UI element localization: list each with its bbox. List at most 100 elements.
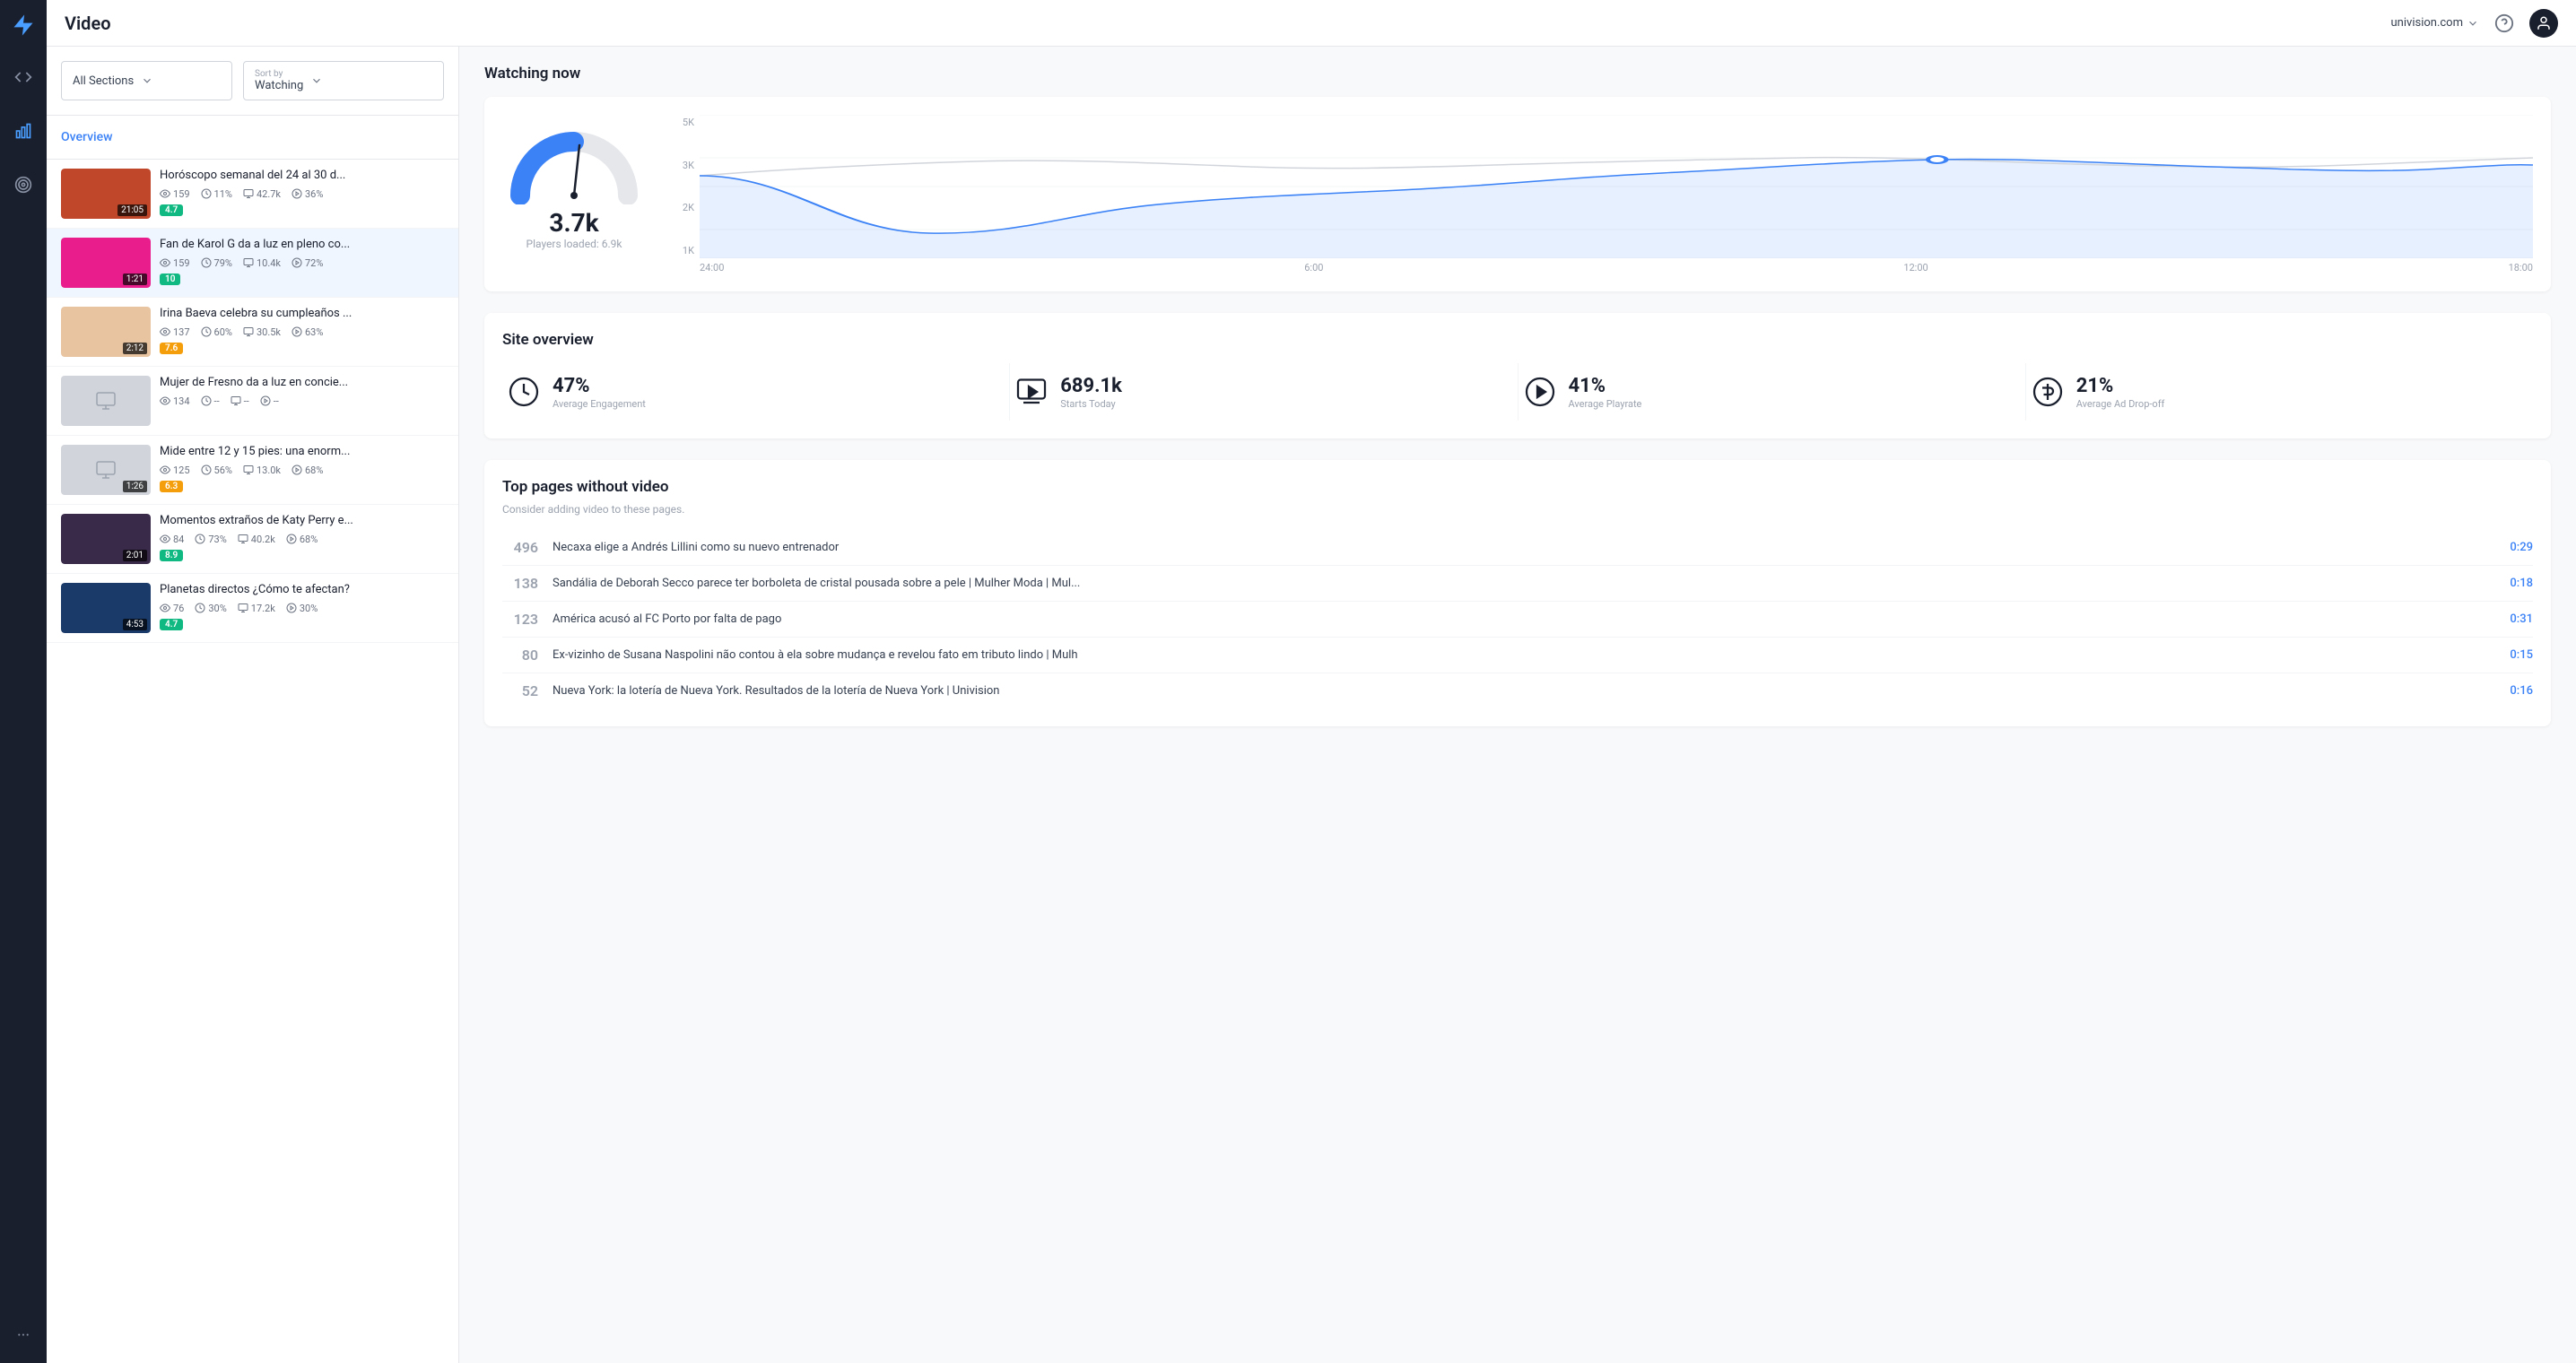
starts-icon (243, 188, 254, 199)
engagement-stat: 30% (195, 603, 226, 614)
eye-icon (160, 188, 170, 199)
watching-stat: 134 (160, 395, 190, 407)
page-row[interactable]: 496 Necaxa elige a Andrés Lillini como s… (502, 530, 2533, 566)
video-title: Mujer de Fresno da a luz en concie... (160, 376, 444, 391)
chevron-down-icon (2467, 17, 2479, 30)
metric-item: 47% Average Engagement (502, 363, 1010, 421)
watching-stat: 137 (160, 326, 190, 338)
video-info: Mujer de Fresno da a luz en concie... 13… (151, 376, 444, 407)
metric-item: 21% Average Ad Drop-off (2026, 363, 2533, 421)
engagement-stat: 73% (195, 534, 226, 545)
gauge-container: 3.7k Players loaded: 6.9k (502, 115, 646, 273)
page-row[interactable]: 138 Sandália de Deborah Secco parece ter… (502, 566, 2533, 602)
site-overview-title: Site overview (502, 331, 2533, 349)
domain-label: univision.com (2391, 16, 2463, 30)
page-row[interactable]: 52 Nueva York: la lotería de Nueva York.… (502, 673, 2533, 708)
video-title: Irina Baeva celebra su cumpleaños ... (160, 307, 444, 322)
overview-link[interactable]: Overview (61, 130, 112, 144)
left-panel: All Sections Sort by Watching Overview (47, 47, 459, 1363)
page-title-text: América acusó al FC Porto por falta de p… (553, 612, 2495, 626)
play-icon (292, 326, 302, 337)
metrics-row: 47% Average Engagement 689.1k Starts Tod… (502, 363, 2533, 421)
eye-icon (160, 326, 170, 337)
video-stats: 137 60% 30.5k 63% (160, 326, 444, 338)
page-title-text: Necaxa elige a Andrés Lillini como su nu… (553, 541, 2495, 554)
clock-icon (201, 257, 212, 268)
site-overview-card: Site overview 47% Average Engagement 689… (484, 313, 2551, 438)
clock-icon (201, 464, 212, 475)
user-avatar[interactable] (2529, 9, 2558, 38)
section-label: All Sections (73, 74, 134, 88)
bar-chart-icon[interactable] (7, 115, 39, 147)
video-thumbnail: 2:12 (61, 307, 151, 357)
section-chevron-icon (141, 74, 153, 87)
page-row[interactable]: 80 Ex-vizinho de Susana Naspolini não co… (502, 638, 2533, 673)
sort-filter[interactable]: Sort by Watching (243, 61, 444, 100)
video-item[interactable]: 21:05 Horóscopo semanal del 24 al 30 d..… (47, 160, 458, 229)
eye-icon (160, 603, 170, 613)
metric-label: Average Ad Drop-off (2076, 398, 2165, 410)
page-title-text: Sandália de Deborah Secco parece ter bor… (553, 577, 2495, 590)
playrate-stat: 68% (286, 534, 318, 545)
domain-selector[interactable]: univision.com (2391, 16, 2479, 30)
clock-icon (201, 395, 212, 406)
starts-stat: -- (231, 395, 249, 407)
video-thumbnail: 1:21 (61, 238, 151, 288)
page-title-text: Ex-vizinho de Susana Naspolini não conto… (553, 648, 2495, 662)
metric-value: 41% (1569, 375, 1642, 397)
playrate-stat: -- (260, 395, 279, 407)
video-item[interactable]: 2:01 Momentos extraños de Katy Perry e..… (47, 505, 458, 574)
video-item[interactable]: 2:12 Irina Baeva celebra su cumpleaños .… (47, 298, 458, 367)
metric-item: 689.1k Starts Today (1010, 363, 1518, 421)
metric-value: 47% (553, 375, 646, 397)
video-info: Horóscopo semanal del 24 al 30 d... 159 … (151, 169, 444, 216)
video-item[interactable]: 1:21 Fan de Karol G da a luz en pleno co… (47, 229, 458, 298)
page-count: 138 (502, 575, 538, 592)
section-filter[interactable]: All Sections (61, 61, 232, 100)
page-time: 0:31 (2510, 612, 2533, 626)
video-item[interactable]: Mujer de Fresno da a luz en concie... 13… (47, 367, 458, 436)
code-icon[interactable] (7, 61, 39, 93)
video-stats: 159 11% 42.7k 36% (160, 188, 444, 200)
play-icon (292, 464, 302, 475)
header: Video univision.com (47, 0, 2576, 47)
sidebar: ··· (0, 0, 47, 1363)
starts-stat: 17.2k (238, 603, 275, 614)
starts-stat: 30.5k (243, 326, 281, 338)
metric-label: Starts Today (1060, 398, 1122, 410)
clock-icon (506, 374, 542, 410)
right-panel: Watching now 3.7k Players loa (459, 47, 2576, 1363)
target-icon[interactable] (7, 169, 39, 201)
more-icon[interactable]: ··· (17, 1326, 30, 1345)
gauge-chart (502, 115, 646, 204)
help-icon[interactable] (2490, 9, 2519, 38)
starts-icon (231, 395, 241, 406)
video-item[interactable]: 4:53 Planetas directos ¿Cómo te afectan?… (47, 574, 458, 643)
page-count: 80 (502, 647, 538, 664)
line-chart-container: 5K 3K 2K 1K (667, 115, 2533, 273)
page-count: 52 (502, 682, 538, 699)
logo-icon[interactable] (9, 11, 38, 39)
starts-stat: 40.2k (238, 534, 275, 545)
video-title: Horóscopo semanal del 24 al 30 d... (160, 169, 444, 184)
sort-chevron-icon (310, 74, 323, 87)
starts-stat: 13.0k (243, 464, 281, 476)
video-list: 21:05 Horóscopo semanal del 24 al 30 d..… (47, 160, 458, 1363)
video-thumbnail: 2:01 (61, 514, 151, 564)
video-stats: 76 30% 17.2k 30% (160, 603, 444, 614)
eye-icon (160, 464, 170, 475)
engagement-stat: 60% (201, 326, 232, 338)
video-title: Planetas directos ¿Cómo te afectan? (160, 583, 444, 598)
watching-stat: 159 (160, 257, 190, 269)
top-pages-subtitle: Consider adding video to these pages. (502, 503, 2533, 516)
play-icon (292, 257, 302, 268)
video-item[interactable]: 1:26 Mide entre 12 y 15 pies: una enorm.… (47, 436, 458, 505)
playrate-stat: 63% (292, 326, 323, 338)
page-row[interactable]: 123 América acusó al FC Porto por falta … (502, 602, 2533, 638)
main-content: Video univision.com All Sections (47, 0, 2576, 1363)
video-title: Mide entre 12 y 15 pies: una enorm... (160, 445, 444, 460)
gauge-value: 3.7k (549, 208, 598, 238)
video-thumbnail (61, 376, 151, 426)
gauge-sub: Players loaded: 6.9k (527, 238, 622, 250)
eye-icon (160, 257, 170, 268)
